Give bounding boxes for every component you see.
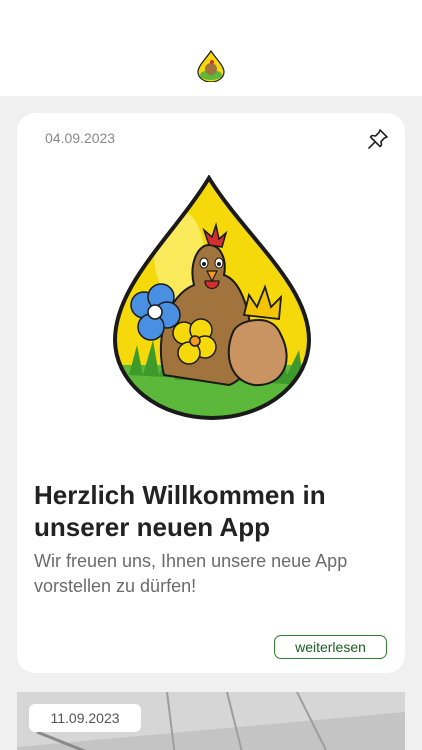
news-card[interactable]: 04.09.2023 Herzlich Willkommen in unsere… <box>17 113 405 673</box>
app-header <box>0 0 422 96</box>
read-more-button[interactable]: weiterlesen <box>274 635 387 659</box>
post-date: 11.09.2023 <box>29 704 141 732</box>
post-date: 04.09.2023 <box>45 130 116 146</box>
chicken-drop-illustration <box>112 175 312 420</box>
chicken-drop-logo-icon[interactable] <box>197 50 225 82</box>
pin-icon[interactable] <box>366 127 390 151</box>
news-card[interactable]: 11.09.2023 <box>17 692 405 750</box>
post-teaser: Wir freuen uns, Ihnen unsere neue App vo… <box>34 551 348 596</box>
post-title: Herzlich Willkommen in unserer neuen App <box>34 480 326 542</box>
